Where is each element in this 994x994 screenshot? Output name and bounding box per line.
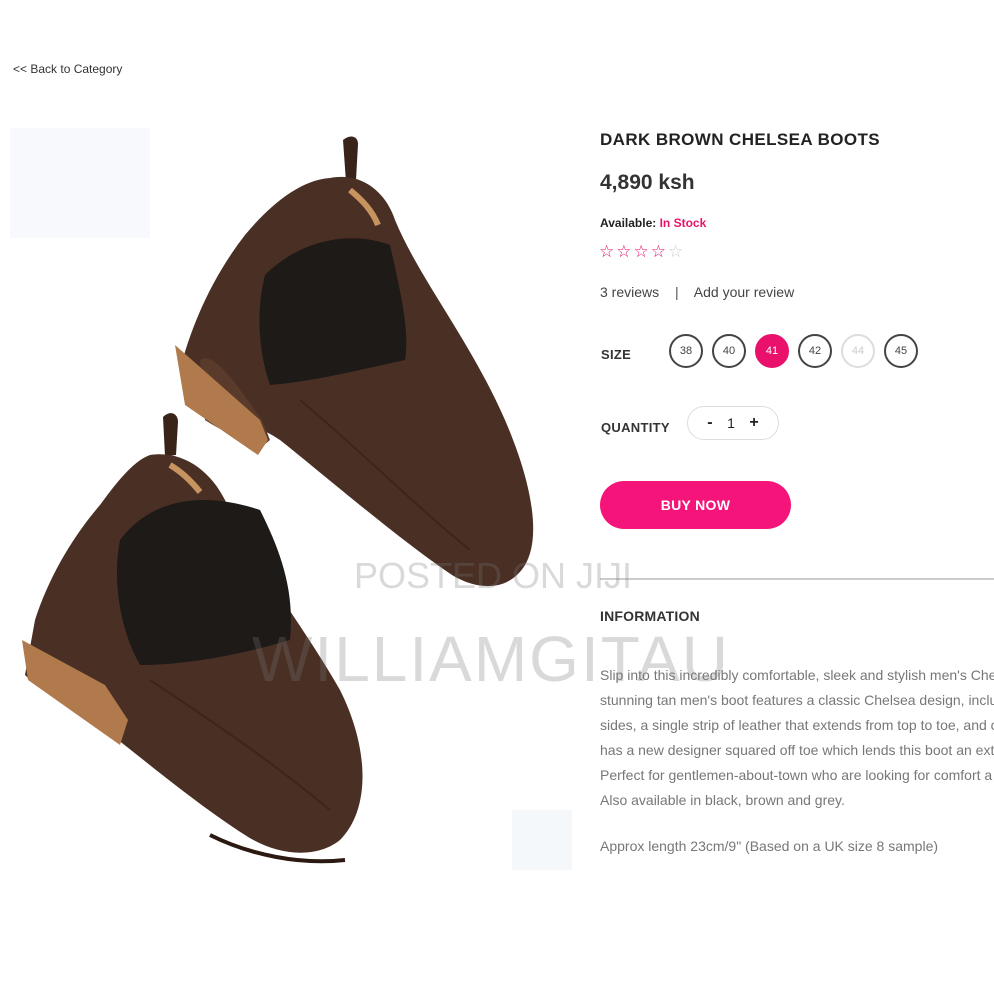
product-price: 4,890 ksh bbox=[600, 171, 695, 194]
quantity-stepper: - 1 + bbox=[687, 406, 779, 440]
back-to-category-link[interactable]: << Back to Category bbox=[13, 62, 122, 76]
size-option-45[interactable]: 45 bbox=[884, 334, 918, 368]
boot-left bbox=[22, 413, 363, 864]
quantity-decrease-button[interactable]: - bbox=[707, 414, 712, 432]
product-description: Slip into this incredibly comfortable, s… bbox=[600, 663, 994, 813]
star-icon: ☆ bbox=[599, 242, 615, 261]
quantity-increase-button[interactable]: + bbox=[749, 414, 758, 432]
availability-label: Available: bbox=[600, 216, 657, 230]
information-heading: INFORMATION bbox=[600, 608, 700, 624]
description-line: stunning tan men's boot features a class… bbox=[600, 692, 994, 708]
quantity-label: QUANTITY bbox=[601, 420, 670, 435]
availability: Available: In Stock bbox=[600, 216, 706, 230]
reviews-separator: | bbox=[675, 284, 679, 300]
description-line: Perfect for gentlemen-about-town who are… bbox=[600, 767, 993, 783]
approx-length: Approx length 23cm/9" (Based on a UK siz… bbox=[600, 838, 939, 854]
size-option-44[interactable]: 44 bbox=[841, 334, 875, 368]
size-option-40[interactable]: 40 bbox=[712, 334, 746, 368]
description-line: sides, a single strip of leather that ex… bbox=[600, 717, 994, 733]
rating-stars: ☆ ☆ ☆ ☆ ☆ bbox=[599, 243, 683, 260]
star-icon: ☆ bbox=[616, 242, 632, 261]
chelsea-boots-photo bbox=[10, 128, 572, 870]
size-option-42[interactable]: 42 bbox=[798, 334, 832, 368]
buy-now-button[interactable]: BUY NOW bbox=[600, 481, 791, 529]
description-line: Also available in black, brown and grey. bbox=[600, 792, 845, 808]
description-line: Slip into this incredibly comfortable, s… bbox=[600, 667, 994, 683]
size-options: 38 40 41 42 44 45 bbox=[669, 334, 918, 368]
stock-status: In Stock bbox=[659, 216, 707, 230]
add-review-link[interactable]: Add your review bbox=[694, 284, 794, 300]
size-label: SIZE bbox=[601, 347, 632, 362]
star-icon: ☆ bbox=[633, 242, 649, 261]
product-image bbox=[0, 120, 580, 880]
star-icon: ☆ bbox=[668, 242, 684, 261]
size-option-41[interactable]: 41 bbox=[755, 334, 789, 368]
size-option-38[interactable]: 38 bbox=[669, 334, 703, 368]
quantity-value[interactable]: 1 bbox=[727, 415, 735, 431]
star-icon: ☆ bbox=[650, 242, 666, 261]
product-details: DARK BROWN CHELSEA BOOTS 4,890 ksh Avail… bbox=[599, 0, 994, 994]
product-title: DARK BROWN CHELSEA BOOTS bbox=[600, 130, 881, 149]
reviews-row: 3 reviews | Add your review bbox=[600, 284, 794, 300]
description-line: has a new designer squared off toe which… bbox=[600, 742, 994, 758]
divider bbox=[600, 578, 994, 580]
reviews-count-link[interactable]: 3 reviews bbox=[600, 284, 659, 300]
